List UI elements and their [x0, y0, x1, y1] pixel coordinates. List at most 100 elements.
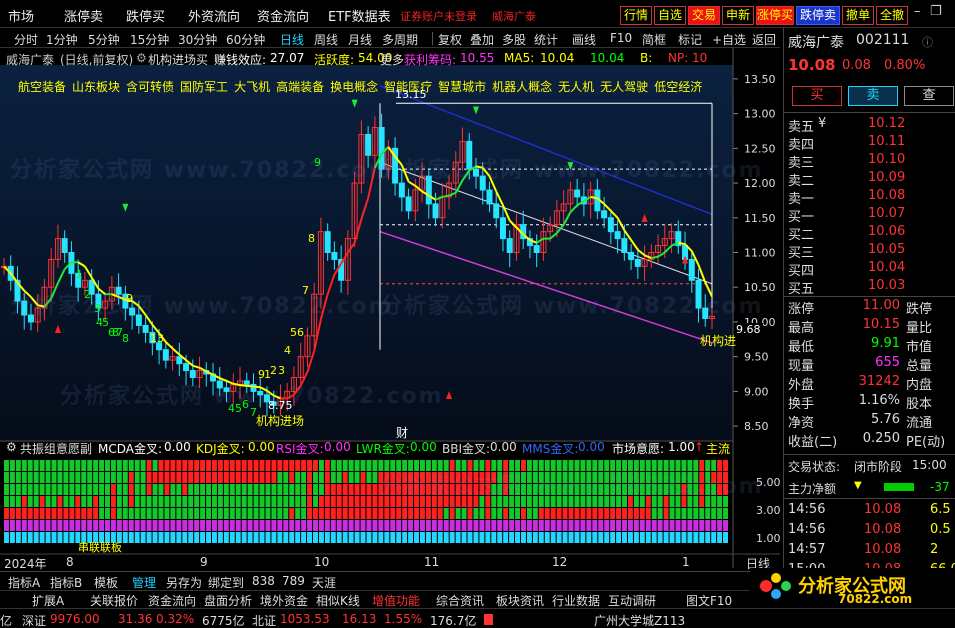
tool-add-watch[interactable]: +自选	[712, 31, 746, 48]
signal-cell	[592, 532, 598, 543]
tab-save-as[interactable]: 另存为	[166, 574, 202, 591]
btn-limit-up-buy[interactable]: 涨停买	[756, 6, 794, 25]
func-value-added[interactable]: 增值功能	[372, 592, 420, 609]
tab-manage[interactable]: 管理	[132, 574, 156, 591]
menu-limit-up-sell[interactable]: 涨停卖	[64, 6, 103, 25]
signal-cell	[45, 472, 51, 483]
concept-tag[interactable]: 山东板块	[72, 80, 120, 94]
period-intraday[interactable]: 分时	[14, 31, 38, 48]
tool-stats[interactable]: 统计	[534, 31, 558, 48]
func-expand[interactable]: 扩展A	[32, 592, 64, 609]
value-hlcm: 10.55	[460, 51, 495, 65]
tab-indicator-b[interactable]: 指标B	[50, 574, 82, 591]
tick-volume: 0.5	[930, 522, 951, 537]
sub-indicator-name[interactable]: 共振组意愿副	[20, 440, 92, 457]
func-industry-data[interactable]: 行业数据	[552, 592, 600, 609]
period-monthly[interactable]: 月线	[348, 31, 372, 48]
concept-tag[interactable]: 无人驾驶	[600, 80, 648, 94]
query-button[interactable]: 查	[904, 86, 954, 106]
tab-indicator-a[interactable]: 指标A	[8, 574, 40, 591]
func-similar-kline[interactable]: 相似K线	[316, 592, 360, 609]
concept-tag[interactable]: 大飞机	[234, 80, 270, 94]
more-button[interactable]: 更多	[380, 51, 404, 68]
func-related-quote[interactable]: 关联报价	[90, 592, 138, 609]
period-daily[interactable]: 日线	[280, 31, 304, 48]
menu-market[interactable]: 市场	[8, 6, 34, 25]
sub-gear-icon[interactable]: ⚙	[6, 440, 17, 454]
signal-cell	[372, 496, 378, 507]
signal-cell	[63, 484, 69, 495]
tool-draw[interactable]: 画线	[572, 31, 596, 48]
info-icon[interactable]: ⓘ	[922, 34, 933, 50]
period-weekly[interactable]: 周线	[314, 31, 338, 48]
buy-button[interactable]: 买	[792, 86, 842, 106]
func-interactive[interactable]: 互动调研	[608, 592, 656, 609]
btn-limit-down-sell[interactable]: 跌停卖	[796, 6, 840, 25]
func-market-analysis[interactable]: 盘面分析	[204, 592, 252, 609]
period-1min[interactable]: 1分钟	[46, 31, 78, 48]
func-sector-news[interactable]: 板块资讯	[496, 592, 544, 609]
signal-cell	[354, 472, 360, 483]
gear-icon[interactable]: ⚙	[136, 51, 147, 65]
tab-bind[interactable]: 绑定到	[208, 574, 244, 591]
signal-cell	[63, 532, 69, 543]
signal-cell	[146, 460, 152, 471]
tab-template[interactable]: 模板	[94, 574, 118, 591]
btn-cancel-all[interactable]: 全撤	[876, 6, 908, 25]
signal-cell	[206, 508, 211, 519]
tool-simple-box[interactable]: 简框	[642, 31, 666, 48]
period-5min[interactable]: 5分钟	[88, 31, 120, 48]
func-capital-flow[interactable]: 资金流向	[148, 592, 196, 609]
tab-789[interactable]: 789	[282, 574, 305, 588]
concept-tag[interactable]: 低空经济	[654, 80, 702, 94]
menu-limit-down-buy[interactable]: 跌停买	[126, 6, 165, 25]
indicator-name[interactable]: 机构进场买	[148, 51, 208, 68]
btn-ipo[interactable]: 申新	[722, 6, 754, 25]
func-overseas-capital[interactable]: 境外资金	[260, 592, 308, 609]
tab-tianya[interactable]: 天涯	[312, 574, 336, 591]
func-news[interactable]: 综合资讯	[436, 592, 484, 609]
period-15min[interactable]: 15分钟	[130, 31, 169, 48]
btn-quote[interactable]: 行情	[620, 6, 652, 25]
concept-tag[interactable]: 高端装备	[276, 80, 324, 94]
chevron-down-icon[interactable]: ▼	[854, 480, 862, 491]
tab-838[interactable]: 838	[252, 574, 275, 588]
tool-multi-stock[interactable]: 多股	[502, 31, 526, 48]
signal-cell	[51, 484, 57, 495]
trade-time: 15:00	[912, 458, 947, 472]
concept-tag[interactable]: 国防军工	[180, 80, 228, 94]
period-multi[interactable]: 多周期	[382, 31, 418, 48]
func-f10[interactable]: 图文F10	[686, 592, 732, 609]
menu-etf-table[interactable]: ETF数据表	[328, 6, 391, 25]
tool-back[interactable]: 返回	[752, 31, 776, 48]
value-ma-2: 10.04	[590, 51, 625, 65]
signal-cell	[348, 508, 354, 519]
restore-icon[interactable]: ❐	[930, 4, 942, 19]
concept-tag[interactable]: 智慧城市	[438, 80, 486, 94]
signal-cell	[378, 508, 384, 519]
signal-cell	[396, 532, 402, 543]
concept-tag[interactable]: 机器人概念	[492, 80, 552, 94]
tool-mark[interactable]: 标记	[678, 31, 702, 48]
btn-cancel-order[interactable]: 撤单	[842, 6, 874, 25]
signal-cell	[200, 532, 206, 543]
tool-overlay[interactable]: 叠加	[470, 31, 494, 48]
concept-tag[interactable]: 换电概念	[330, 80, 378, 94]
sell-button[interactable]: 卖	[848, 86, 898, 106]
period-30min[interactable]: 30分钟	[178, 31, 217, 48]
concept-tag[interactable]: 无人机	[558, 80, 594, 94]
login-warning[interactable]: 证券账户未登录	[400, 8, 477, 24]
tool-adjust[interactable]: 复权	[438, 31, 462, 48]
sub-value-willing: 1.00	[668, 440, 695, 454]
period-60min[interactable]: 60分钟	[226, 31, 265, 48]
btn-trade[interactable]: 交易	[688, 6, 720, 25]
kline-chart-area[interactable]: 13.5013.0012.5012.0011.5011.0010.5010.00…	[0, 48, 781, 571]
menu-foreign-flow[interactable]: 外资流向	[188, 6, 240, 25]
btn-watchlist[interactable]: 自选	[654, 6, 686, 25]
menu-capital-flow[interactable]: 资金流向	[257, 6, 309, 25]
concept-tag[interactable]: 含可转债	[126, 80, 174, 94]
minimize-icon[interactable]: –	[914, 4, 921, 19]
tool-f10[interactable]: F10	[610, 31, 632, 45]
signal-cell	[390, 532, 396, 543]
concept-tag[interactable]: 航空装备	[18, 80, 66, 94]
